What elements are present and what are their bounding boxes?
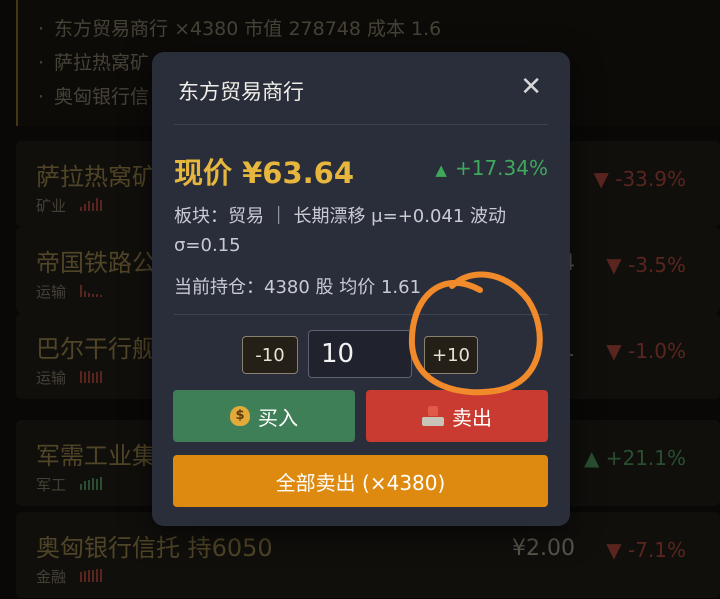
divider — [174, 124, 548, 125]
outbox-tray-icon — [422, 406, 444, 426]
money-bag-icon: $ — [230, 406, 250, 426]
sell-all-button[interactable]: 全部卖出 (×4380) — [173, 455, 548, 507]
triangle-up-icon: ▲ — [435, 161, 447, 179]
increase-10-button[interactable]: +10 — [424, 336, 478, 374]
decrease-10-button[interactable]: -10 — [242, 336, 298, 374]
price-change: ▲ +17.34% — [435, 156, 548, 180]
price-change-value: +17.34% — [454, 156, 548, 180]
buy-label: 买入 — [258, 405, 298, 430]
sell-label: 卖出 — [452, 405, 492, 430]
current-price: 现价 ¥63.64 — [174, 156, 355, 190]
buy-button[interactable]: $ 买入 — [173, 390, 355, 442]
dialog-title: 东方贸易商行 — [178, 80, 304, 104]
quantity-input[interactable] — [308, 330, 412, 378]
stock-info: 板块：贸易 ｜ 长期漂移 μ=+0.041 波动σ=0.15 — [174, 206, 507, 256]
close-icon[interactable]: ✕ — [520, 72, 542, 102]
trade-dialog: 东方贸易商行 ✕ 现价 ¥63.64 ▲ +17.34% 板块：贸易 ｜ 长期漂移… — [152, 52, 570, 526]
divider — [174, 314, 548, 315]
sell-button[interactable]: 卖出 — [366, 390, 548, 442]
current-holding: 当前持仓：4380 股 均价 1.61 — [174, 277, 422, 298]
